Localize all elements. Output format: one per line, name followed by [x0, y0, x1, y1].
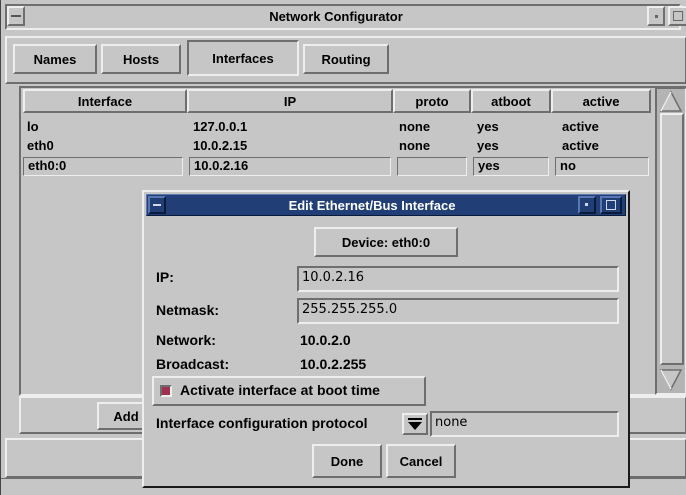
- minimize-button[interactable]: [647, 6, 665, 26]
- minimize-icon: [585, 203, 588, 206]
- cell-atboot: yes: [477, 119, 499, 134]
- dialog-menu-button[interactable]: [148, 196, 166, 214]
- cancel-button[interactable]: Cancel: [386, 444, 456, 478]
- cell-ip: 10.0.2.15: [193, 138, 248, 153]
- maximize-button[interactable]: [668, 6, 686, 26]
- cell-proto: none: [399, 138, 431, 153]
- cell-proto: [397, 157, 467, 176]
- tab-interfaces[interactable]: Interfaces: [187, 40, 299, 76]
- cell-active: active: [562, 138, 599, 153]
- cell-interface: lo: [27, 119, 39, 134]
- column-header-active[interactable]: active: [551, 89, 651, 113]
- column-header-ip[interactable]: IP: [187, 89, 393, 113]
- cell-atboot: yes: [473, 157, 549, 176]
- cell-interface: eth0:0: [23, 157, 183, 176]
- window-menu-icon: [11, 15, 21, 17]
- cell-interface: eth0: [27, 138, 54, 153]
- cell-active: no: [555, 157, 649, 176]
- protocol-dropdown-button[interactable]: [402, 413, 428, 435]
- tab-hosts[interactable]: Hosts: [101, 44, 181, 74]
- maximize-icon: [606, 200, 616, 210]
- network-value: 10.0.2.0: [300, 332, 351, 348]
- ip-label: IP:: [156, 269, 174, 285]
- column-header-atboot[interactable]: atboot: [471, 89, 551, 113]
- dialog-menu-icon: [153, 204, 161, 206]
- activate-checkbox[interactable]: [160, 385, 172, 397]
- protocol-select[interactable]: none: [430, 411, 619, 437]
- device-button[interactable]: Device: eth0:0: [314, 227, 458, 257]
- ip-field[interactable]: 10.0.2.16: [297, 266, 619, 292]
- dropdown-arrow-icon: [408, 418, 422, 430]
- dialog-minimize-button[interactable]: [578, 196, 596, 214]
- netmask-field[interactable]: 255.255.255.0: [297, 298, 619, 324]
- window-title: Network Configurator: [27, 7, 645, 25]
- scroll-up-arrow-icon[interactable]: [660, 90, 682, 112]
- broadcast-label: Broadcast:: [156, 356, 230, 372]
- cell-proto: none: [399, 119, 431, 134]
- tab-names[interactable]: Names: [13, 44, 97, 74]
- cell-ip: 127.0.0.1: [193, 119, 248, 134]
- column-header-interface[interactable]: Interface: [23, 89, 187, 113]
- network-label: Network:: [156, 332, 216, 348]
- done-button[interactable]: Done: [312, 444, 382, 478]
- minimize-icon: [654, 15, 658, 18]
- scrollbar-thumb[interactable]: [660, 113, 684, 365]
- vertical-scrollbar[interactable]: [655, 87, 686, 395]
- column-header-proto[interactable]: proto: [393, 89, 471, 113]
- cell-ip: 10.0.2.16: [189, 157, 391, 176]
- tab-routing[interactable]: Routing: [303, 44, 389, 74]
- cell-atboot: yes: [477, 138, 499, 153]
- dialog-title: Edit Ethernet/Bus Interface: [168, 196, 576, 214]
- dialog-maximize-button[interactable]: [600, 196, 622, 214]
- netmask-label: Netmask:: [156, 302, 220, 318]
- scroll-down-arrow-icon[interactable]: [660, 369, 682, 391]
- window-menu-button[interactable]: [7, 6, 25, 26]
- maximize-icon: [673, 11, 683, 21]
- cell-active: active: [562, 119, 599, 134]
- activate-at-boot-toggle[interactable]: Activate interface at boot time: [152, 376, 426, 406]
- protocol-label: Interface configuration protocol: [156, 415, 368, 431]
- activate-label: Activate interface at boot time: [180, 382, 380, 398]
- edit-interface-dialog: Edit Ethernet/Bus Interface Device: eth0…: [142, 190, 630, 488]
- broadcast-value: 10.0.2.255: [300, 356, 367, 372]
